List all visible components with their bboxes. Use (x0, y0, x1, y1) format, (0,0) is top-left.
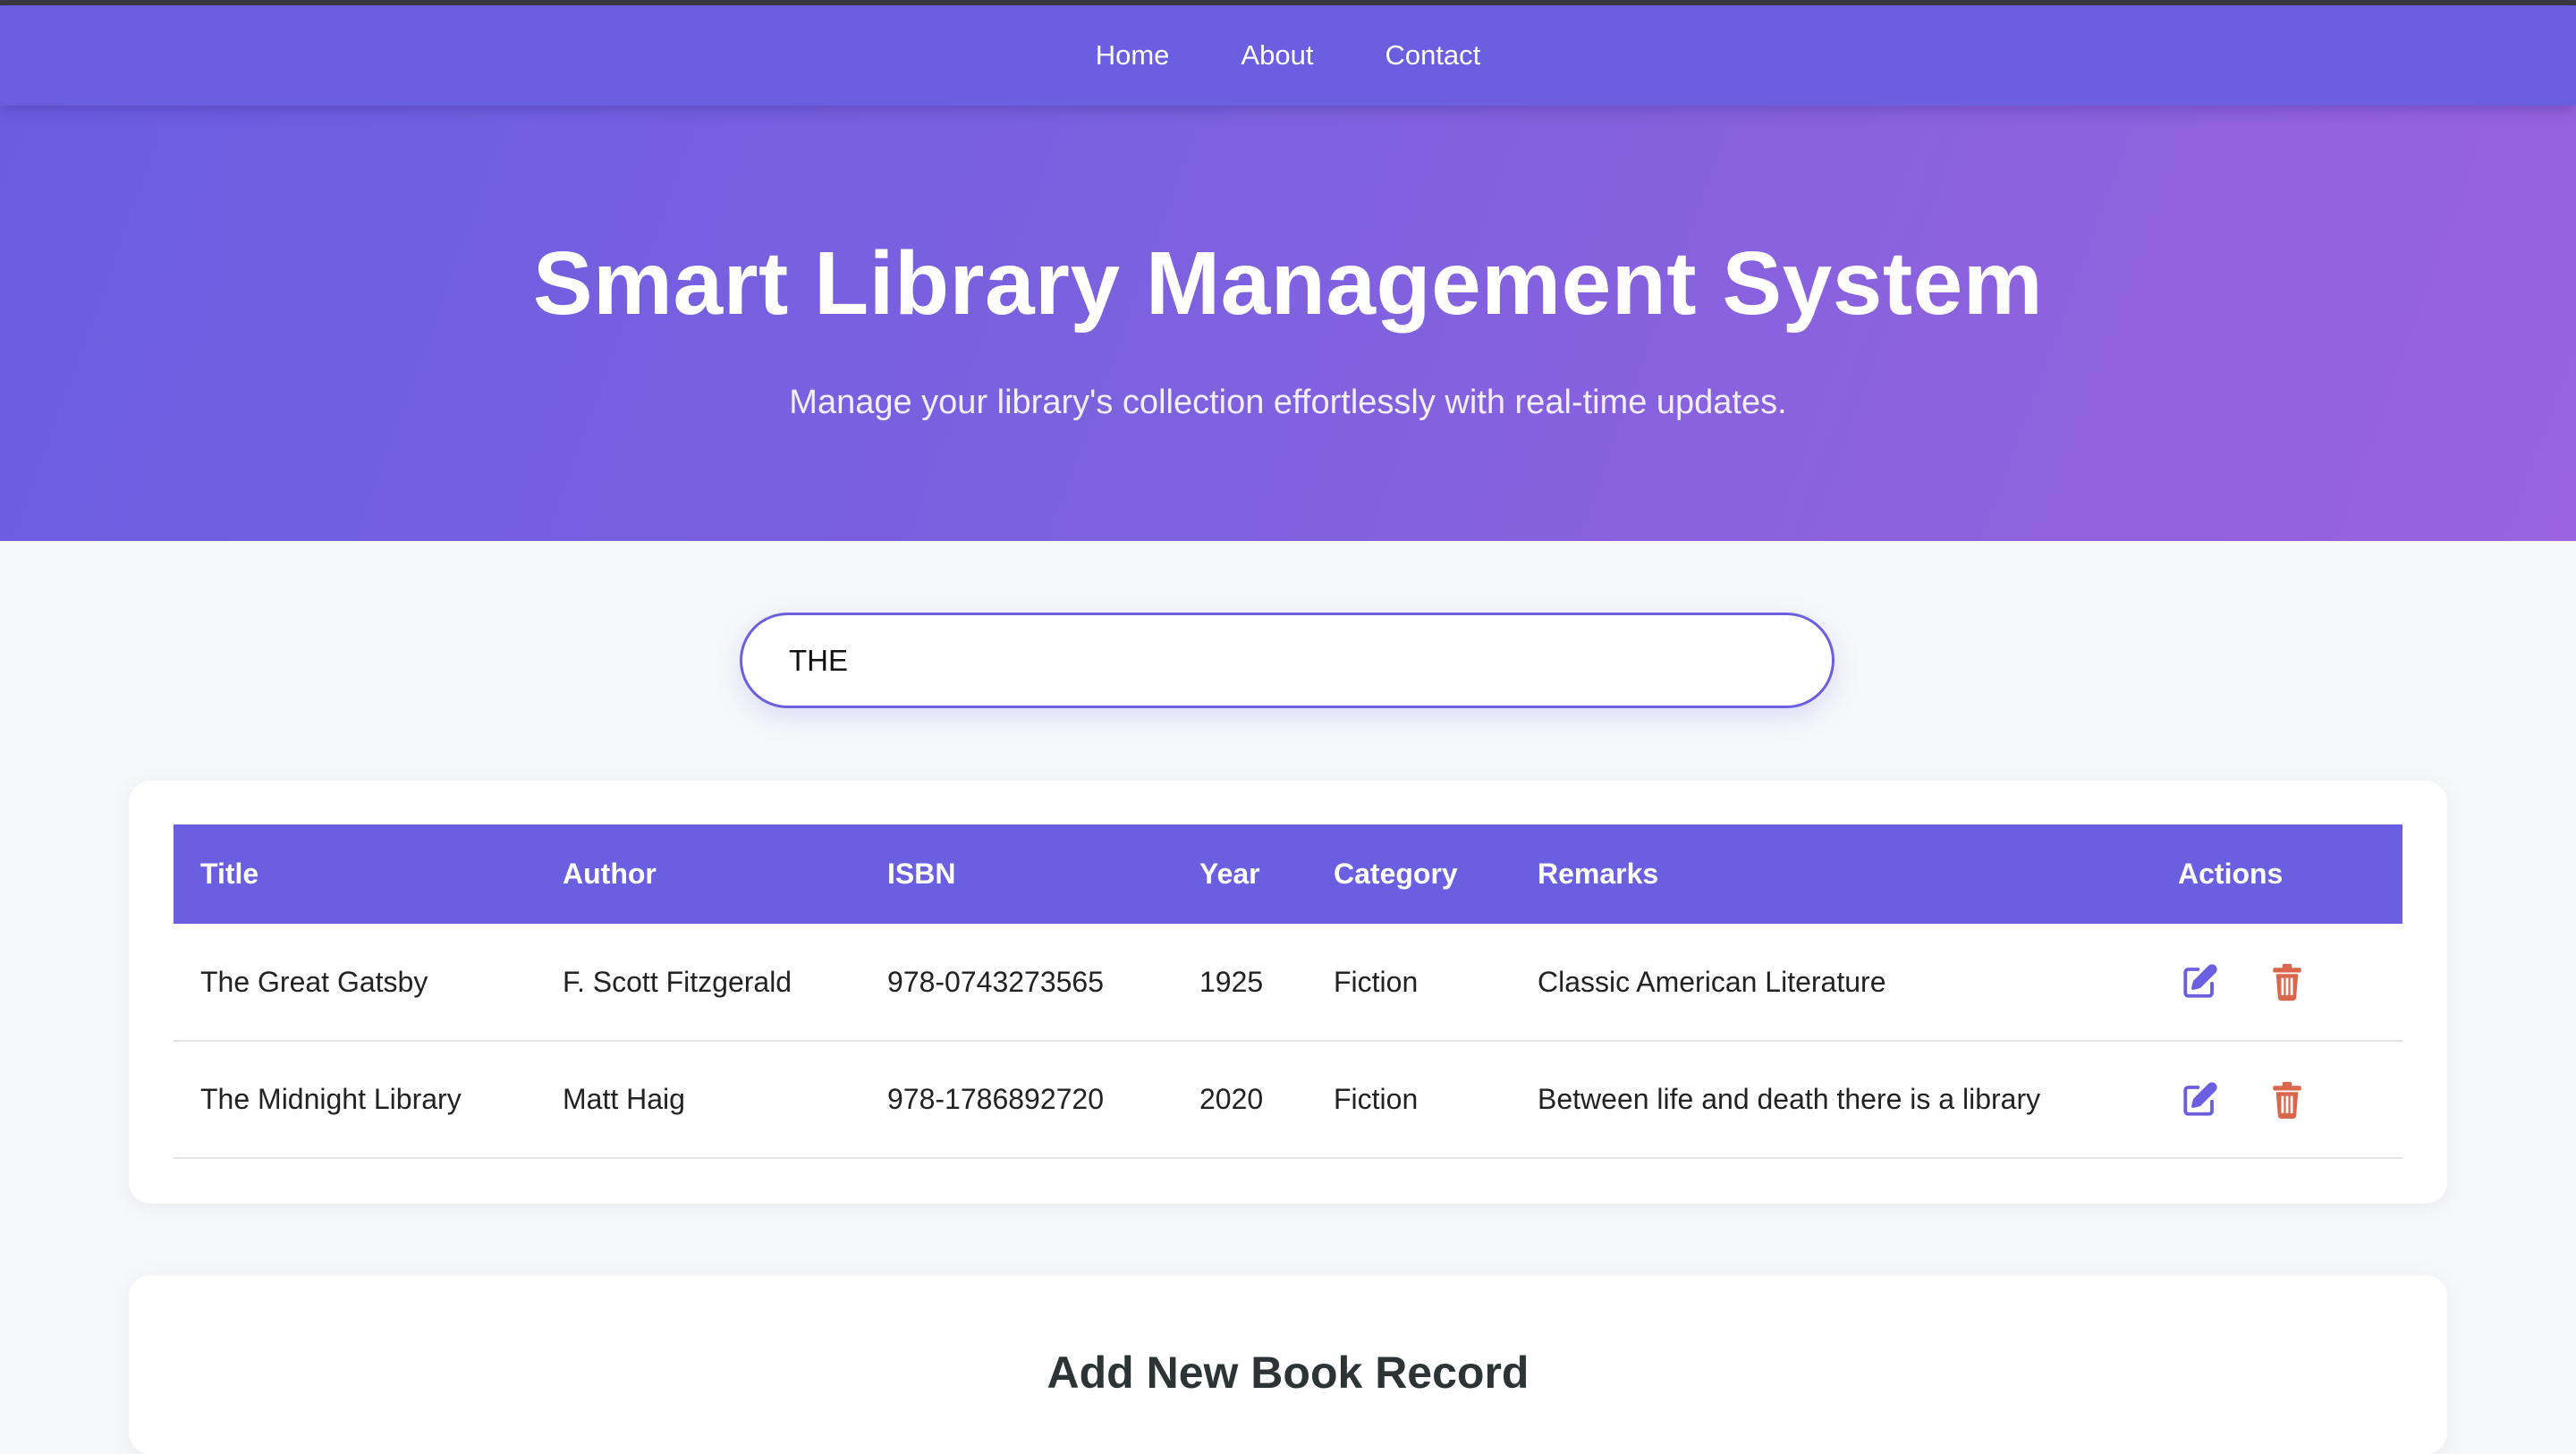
cell-author: F. Scott Fitzgerald (563, 965, 792, 998)
search-input[interactable] (740, 613, 1835, 708)
page-title: Smart Library Management System (532, 233, 2044, 334)
add-book-form-title: Add New Book Record (1046, 1348, 1530, 1398)
books-table-card: Title Author ISBN Year Category Remarks … (129, 781, 2447, 1204)
column-header-author: Author (563, 858, 657, 890)
cell-isbn: 978-1786892720 (887, 1083, 1105, 1115)
search-bar (740, 613, 1835, 708)
cell-actions (2151, 924, 2402, 1041)
edit-icon[interactable] (2178, 1078, 2221, 1121)
nav-link-about[interactable]: About (1241, 32, 1313, 79)
cell-category: Fiction (1334, 1083, 1419, 1115)
nav-link-contact[interactable]: Contact (1385, 32, 1480, 79)
add-book-form-card: Add New Book Record (129, 1275, 2447, 1454)
cell-year: 2020 (1199, 1083, 1264, 1115)
page-subtitle: Manage your library's collection effortl… (789, 384, 1787, 421)
cell-actions (2151, 1041, 2402, 1158)
hero-banner: Smart Library Management System Manage y… (0, 106, 2576, 541)
cell-remarks: Between life and death there is a librar… (1538, 1083, 2041, 1115)
table-row: The Great Gatsby F. Scott Fitzgerald 978… (174, 924, 2402, 1041)
trash-icon[interactable] (2266, 960, 2309, 1003)
table-row: The Midnight Library Matt Haig 978-17868… (174, 1041, 2402, 1158)
column-header-title: Title (200, 858, 259, 890)
cell-isbn: 978-0743273565 (887, 965, 1105, 998)
column-header-isbn: ISBN (887, 858, 956, 890)
books-table: Title Author ISBN Year Category Remarks … (174, 824, 2402, 1159)
cell-year: 1925 (1199, 965, 1264, 998)
edit-icon[interactable] (2178, 960, 2221, 1003)
column-header-year: Year (1199, 858, 1260, 890)
cell-remarks: Classic American Literature (1538, 965, 1886, 998)
top-navbar: Home About Contact (0, 5, 2576, 106)
column-header-category: Category (1334, 858, 1458, 890)
table-header-row: Title Author ISBN Year Category Remarks … (174, 824, 2402, 924)
cell-author: Matt Haig (563, 1083, 685, 1115)
trash-icon[interactable] (2266, 1078, 2309, 1121)
nav-link-home[interactable]: Home (1096, 32, 1170, 79)
column-header-remarks: Remarks (1538, 858, 1659, 890)
row-actions (2178, 1078, 2402, 1121)
column-header-actions: Actions (2178, 858, 2284, 890)
row-actions (2178, 960, 2402, 1003)
cell-title: The Midnight Library (200, 1083, 462, 1115)
cell-title: The Great Gatsby (200, 965, 428, 998)
cell-category: Fiction (1334, 965, 1419, 998)
